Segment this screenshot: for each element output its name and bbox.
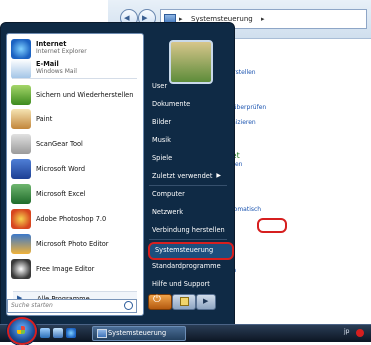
recent-photoshop[interactable]: Adobe Photoshop 7.0 bbox=[11, 209, 139, 231]
search-input[interactable]: Suche starten bbox=[7, 299, 137, 313]
recent-paint[interactable]: Paint bbox=[11, 109, 139, 131]
start-item-computer[interactable]: Computer bbox=[147, 187, 229, 203]
control-panel-icon bbox=[97, 329, 107, 338]
start-item-help[interactable]: Hilfe und Support bbox=[147, 277, 229, 293]
internet-explorer-icon bbox=[11, 39, 31, 59]
start-item-recent[interactable]: Zuletzt verwendet ▶ bbox=[147, 169, 229, 185]
recent-backup[interactable]: Sichern und Wiederherstellen bbox=[11, 85, 139, 107]
start-item-label: Musik bbox=[152, 136, 171, 144]
backup-icon bbox=[11, 85, 31, 105]
alert-icon[interactable] bbox=[356, 329, 364, 337]
power-buttons: ⏻ ▶ bbox=[148, 294, 216, 310]
start-item-label: Zuletzt verwendet bbox=[152, 172, 213, 180]
recent-label: Microsoft Excel bbox=[36, 190, 86, 198]
start-item-user[interactable]: User bbox=[147, 79, 229, 95]
start-item-label: Dokumente bbox=[152, 100, 191, 108]
lock-icon bbox=[180, 297, 189, 306]
start-item-documents[interactable]: Dokumente bbox=[147, 97, 229, 113]
start-item-label: Netzwerk bbox=[152, 208, 184, 216]
start-item-music[interactable]: Musik bbox=[147, 133, 229, 149]
pinned-sub: Windows Mail bbox=[36, 68, 77, 75]
start-menu: Internet Internet Explorer E-Mail Window… bbox=[0, 22, 235, 326]
photoshop-icon bbox=[11, 209, 31, 229]
lock-button[interactable] bbox=[172, 294, 196, 310]
pinned-email[interactable]: E-Mail Windows Mail bbox=[11, 59, 139, 79]
search-icon[interactable] bbox=[124, 301, 133, 310]
taskbar-item-control-panel[interactable]: Systemsteuerung bbox=[92, 326, 186, 341]
divider bbox=[13, 78, 137, 79]
start-item-label: Systemsteuerung bbox=[155, 246, 214, 254]
recent-label: ScanGear Tool bbox=[36, 140, 83, 148]
arrow-right-icon: ▶ bbox=[203, 297, 209, 305]
recent-label: Paint bbox=[36, 115, 53, 123]
printers-highlight bbox=[257, 218, 287, 233]
recent-label: Free Image Editor bbox=[36, 265, 95, 273]
switch-windows-icon[interactable] bbox=[53, 328, 63, 338]
windows-logo-icon bbox=[17, 326, 25, 334]
photo-editor-icon bbox=[11, 234, 31, 254]
start-item-label: Spiele bbox=[152, 154, 173, 162]
recent-label: Microsoft Word bbox=[36, 165, 86, 173]
taskbar-item-label: Systemsteuerung bbox=[108, 329, 167, 337]
breadcrumb-separator[interactable]: ▸ bbox=[261, 10, 265, 28]
start-item-label: Hilfe und Support bbox=[152, 280, 210, 288]
language-indicator[interactable]: jp bbox=[344, 328, 349, 335]
pinned-internet[interactable]: Internet Internet Explorer bbox=[11, 39, 139, 59]
power-button[interactable]: ⏻ bbox=[148, 294, 172, 310]
recent-excel[interactable]: Microsoft Excel bbox=[11, 184, 139, 206]
start-item-label: Verbindung herstellen bbox=[152, 226, 225, 234]
start-item-pictures[interactable]: Bilder bbox=[147, 115, 229, 131]
programs-pane: Internet Internet Explorer E-Mail Window… bbox=[6, 33, 144, 316]
start-item-default-programs[interactable]: Standardprogramme bbox=[147, 259, 229, 275]
start-item-label: Computer bbox=[152, 190, 185, 198]
start-item-network[interactable]: Netzwerk bbox=[147, 205, 229, 221]
system-tray: jp bbox=[338, 326, 371, 340]
user-picture[interactable] bbox=[169, 40, 213, 84]
recent-label: Microsoft Photo Editor bbox=[36, 240, 109, 248]
pinned-label: E-Mail bbox=[36, 60, 59, 68]
submenu-arrow-icon: ▶ bbox=[216, 172, 221, 179]
paint-icon bbox=[11, 109, 31, 129]
pinned-label: Internet bbox=[36, 40, 67, 48]
divider bbox=[149, 239, 227, 240]
pinned-sub: Internet Explorer bbox=[36, 48, 87, 55]
shutdown-options-button[interactable]: ▶ bbox=[196, 294, 216, 310]
start-item-connect[interactable]: Verbindung herstellen bbox=[147, 223, 229, 239]
recent-label: Adobe Photoshop 7.0 bbox=[36, 215, 107, 223]
recent-scangear[interactable]: ScanGear Tool bbox=[11, 134, 139, 156]
start-item-label: Standardprogramme bbox=[152, 262, 221, 270]
recent-photo-editor[interactable]: Microsoft Photo Editor bbox=[11, 234, 139, 256]
recent-image-editor[interactable]: Free Image Editor bbox=[11, 259, 139, 281]
recent-word[interactable]: Microsoft Word bbox=[11, 159, 139, 181]
start-item-control-panel[interactable]: Systemsteuerung bbox=[148, 242, 234, 260]
image-editor-icon bbox=[11, 259, 31, 279]
scanner-icon bbox=[11, 134, 31, 154]
search-placeholder: Suche starten bbox=[11, 302, 53, 309]
start-item-label: User bbox=[152, 82, 168, 90]
email-icon bbox=[11, 59, 31, 79]
recent-label: Sichern und Wiederherstellen bbox=[36, 91, 134, 99]
excel-icon bbox=[11, 184, 31, 204]
internet-explorer-icon[interactable] bbox=[66, 328, 76, 338]
show-desktop-icon[interactable] bbox=[40, 328, 50, 338]
start-item-games[interactable]: Spiele bbox=[147, 151, 229, 167]
divider bbox=[149, 185, 227, 186]
start-item-label: Bilder bbox=[152, 118, 172, 126]
word-icon bbox=[11, 159, 31, 179]
power-icon: ⏻ bbox=[153, 294, 161, 305]
